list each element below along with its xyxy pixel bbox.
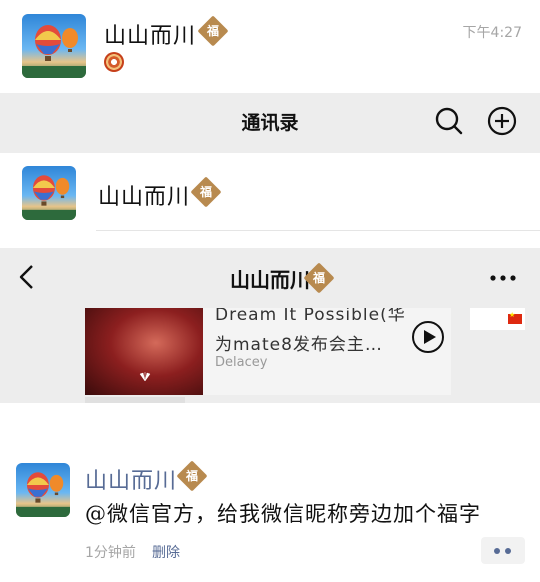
card-edge	[85, 397, 185, 403]
music-title: Dream It Possible(华为mate8发布会主…	[215, 308, 406, 355]
post-time: 1分钟前	[85, 545, 136, 561]
fu-badge: 福	[197, 15, 229, 47]
link-thumbnail[interactable]	[470, 308, 525, 330]
contact-avatar	[22, 166, 76, 220]
sticker-icon	[104, 52, 124, 72]
search-icon[interactable]	[434, 106, 464, 136]
comment-icon[interactable]	[481, 537, 525, 564]
huawei-logo-icon	[139, 372, 151, 382]
fu-badge: 福	[176, 460, 208, 492]
divider	[96, 230, 540, 231]
delete-link[interactable]: 删除	[152, 542, 180, 562]
post-text: @微信官方，给我微信昵称旁边加个福字	[85, 502, 481, 526]
play-icon[interactable]	[411, 320, 445, 354]
music-artist: Delacey	[215, 355, 268, 370]
contact-list-item[interactable]	[0, 153, 540, 248]
chat-avatar[interactable]	[22, 14, 86, 78]
more-icon[interactable]	[488, 268, 518, 288]
china-flag-icon	[508, 311, 522, 324]
music-cover	[85, 308, 203, 395]
fu-badge: 福	[303, 262, 335, 294]
add-icon[interactable]	[487, 106, 517, 136]
post-author[interactable]: 山山而川	[85, 463, 177, 495]
chat-list-item[interactable]: 山山而川 福 下午4:27	[0, 0, 540, 93]
chat-name: 山山而川	[104, 24, 197, 49]
music-card[interactable]: Dream It Possible(华为mate8发布会主… Delacey	[85, 308, 451, 395]
fu-badge: 福	[190, 176, 222, 208]
contact-name: 山山而川	[98, 185, 191, 210]
post-avatar[interactable]	[16, 463, 70, 517]
chat-time: 下午4:27	[462, 25, 522, 41]
moments-title: 山山而川	[230, 268, 310, 292]
